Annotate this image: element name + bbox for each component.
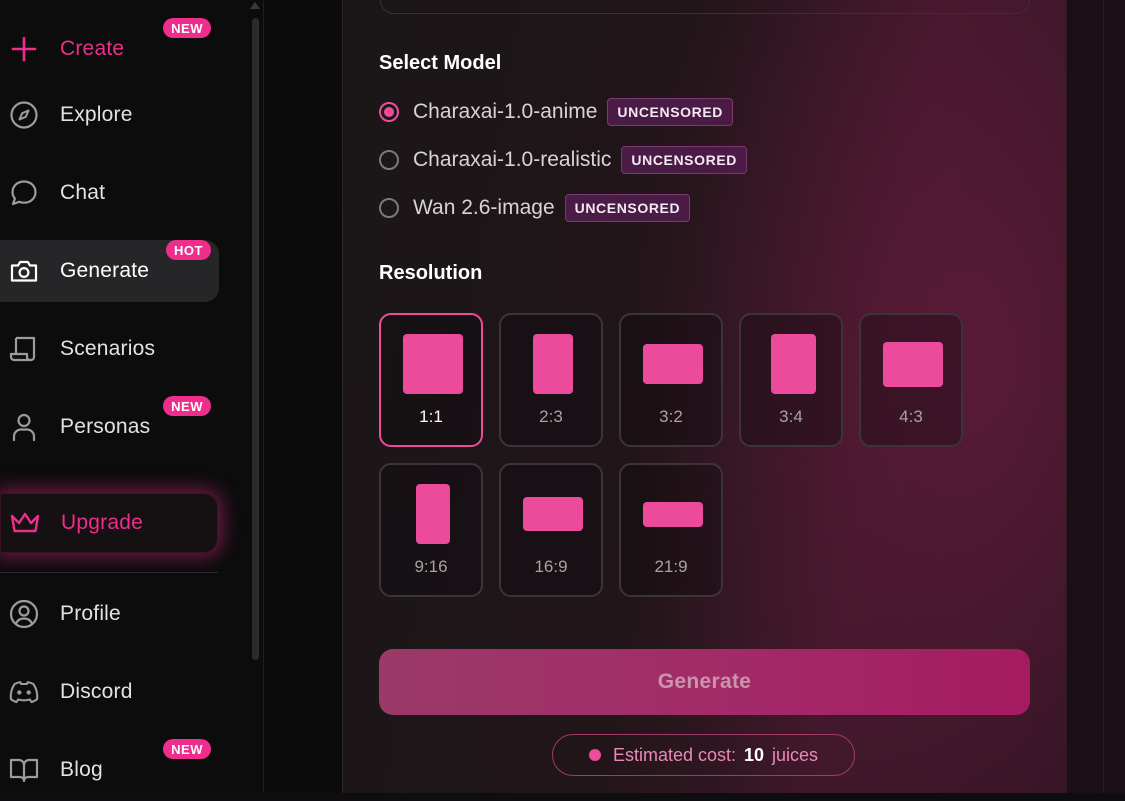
scroll-icon — [8, 333, 40, 365]
aspect-preview — [533, 334, 573, 394]
compass-icon — [8, 99, 40, 131]
prompt-input-bottom-edge[interactable] — [380, 0, 1030, 14]
model-name: Charaxai-1.0-anime — [413, 100, 598, 123]
aspect-preview — [883, 342, 943, 387]
crown-icon — [9, 507, 41, 539]
sidebar-item-generate[interactable]: Generate HOT — [0, 240, 219, 302]
uncensored-tag: UNCENSORED — [621, 146, 747, 174]
scroll-up-arrow[interactable] — [250, 2, 260, 9]
camera-icon — [8, 255, 40, 287]
plus-icon — [8, 33, 40, 65]
main-gutter — [264, 0, 342, 793]
sidebar-item-label: Scenarios — [60, 337, 156, 360]
model-option-wan[interactable]: Wan 2.6-image UNCENSORED — [379, 193, 691, 223]
sidebar-item-discord[interactable]: Discord — [0, 661, 219, 723]
resolution-option-2-3[interactable]: 2:3 — [499, 313, 603, 447]
sidebar-item-scenarios[interactable]: Scenarios — [0, 318, 219, 380]
resolution-option-16-9[interactable]: 16:9 — [499, 463, 603, 597]
model-name: Charaxai-1.0-realistic — [413, 148, 612, 171]
resolution-option-1-1[interactable]: 1:1 — [379, 313, 483, 447]
resolution-label: 16:9 — [534, 557, 568, 576]
sidebar-scrollbar[interactable] — [252, 18, 259, 660]
book-icon — [8, 754, 40, 786]
cost-label: Estimated cost: — [612, 744, 736, 765]
aspect-preview — [771, 334, 816, 394]
uncensored-tag: UNCENSORED — [564, 194, 691, 222]
radio-selected[interactable] — [379, 102, 399, 122]
resolution-option-4-3[interactable]: 4:3 — [859, 313, 963, 447]
right-divider — [1103, 0, 1104, 793]
sidebar-item-label: Upgrade — [61, 511, 143, 534]
sidebar-item-chat[interactable]: Chat — [0, 162, 219, 224]
resolution-option-21-9[interactable]: 21:9 — [619, 463, 723, 597]
right-gutter — [1066, 0, 1125, 793]
sidebar-item-personas[interactable]: Personas NEW — [0, 396, 219, 458]
sidebar-item-blog[interactable]: Blog NEW — [0, 739, 219, 801]
chat-bubble-icon — [8, 177, 40, 209]
aspect-preview — [523, 497, 583, 531]
cost-dot-icon — [588, 749, 601, 761]
model-option-realistic[interactable]: Charaxai-1.0-realistic UNCENSORED — [379, 145, 747, 175]
uncensored-tag: UNCENSORED — [607, 98, 733, 126]
sidebar-item-label: Chat — [60, 181, 106, 204]
resolution-label: 4:3 — [899, 407, 923, 426]
sidebar-divider — [0, 572, 218, 573]
resolution-label: 2:3 — [539, 407, 563, 426]
new-badge: NEW — [163, 18, 211, 38]
resolution-label: 1:1 — [419, 407, 443, 426]
sidebar-item-label: Explore — [60, 103, 133, 126]
sidebar-item-label: Profile — [60, 602, 121, 625]
cost-value: 10 — [743, 744, 765, 765]
resolution-label: 9:16 — [414, 557, 448, 576]
aspect-preview — [643, 502, 703, 527]
sidebar-item-label: Blog — [60, 758, 103, 781]
sidebar-item-label: Generate — [60, 259, 150, 282]
resolution-option-3-2[interactable]: 3:2 — [619, 313, 723, 447]
generate-button-label: Generate — [657, 670, 752, 693]
discord-icon — [8, 676, 40, 708]
hot-badge: HOT — [166, 240, 211, 260]
sidebar: Create NEW Explore Chat Generate HOT Sce… — [0, 0, 264, 793]
new-badge: NEW — [163, 396, 211, 416]
estimated-cost-pill: Estimated cost: 10 juices — [552, 734, 855, 776]
user-circle-icon — [8, 598, 40, 630]
model-name: Wan 2.6-image — [413, 196, 555, 219]
cost-unit: juices — [772, 744, 819, 765]
sidebar-item-create[interactable]: Create NEW — [0, 18, 219, 80]
sidebar-item-label: Personas — [60, 415, 151, 438]
radio-unselected[interactable] — [379, 198, 399, 218]
resolution-option-3-4[interactable]: 3:4 — [739, 313, 843, 447]
new-badge: NEW — [163, 739, 211, 759]
sidebar-item-profile[interactable]: Profile — [0, 583, 219, 645]
model-option-anime[interactable]: Charaxai-1.0-anime UNCENSORED — [379, 97, 733, 127]
sidebar-item-label: Discord — [60, 680, 133, 703]
radio-unselected[interactable] — [379, 150, 399, 170]
sidebar-item-upgrade[interactable]: Upgrade — [0, 493, 218, 553]
resolution-label: 3:2 — [659, 407, 683, 426]
generate-button[interactable]: Generate — [379, 649, 1030, 715]
resolution-title: Resolution — [379, 262, 483, 284]
resolution-option-9-16[interactable]: 9:16 — [379, 463, 483, 597]
select-model-title: Select Model — [379, 52, 502, 74]
aspect-preview — [403, 334, 463, 394]
aspect-preview — [643, 344, 703, 384]
aspect-preview — [416, 484, 450, 544]
person-icon — [8, 411, 40, 443]
sidebar-item-explore[interactable]: Explore — [0, 84, 219, 146]
resolution-label: 3:4 — [779, 407, 803, 426]
sidebar-item-label: Create — [60, 37, 125, 60]
resolution-label: 21:9 — [654, 557, 688, 576]
